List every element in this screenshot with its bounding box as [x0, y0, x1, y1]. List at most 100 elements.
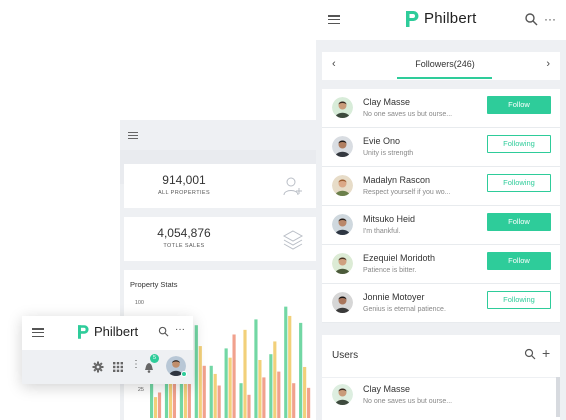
mini-header-card: Philbert ··· ⋮ 5	[22, 316, 193, 384]
scrollbar[interactable]	[556, 377, 560, 417]
stat-card-properties: 914,001 ALL PROPERTIES	[124, 164, 318, 208]
users-panel: Users + Clay Masse No one saves us but o…	[322, 335, 560, 420]
gear-icon[interactable]	[92, 361, 104, 373]
menu-icon[interactable]	[328, 15, 340, 25]
follow-button[interactable]: Follow	[487, 96, 551, 114]
chart-bar	[277, 371, 281, 418]
followers-tabbar: ‹ Followers(246) ›	[322, 52, 560, 80]
chart-bar	[209, 365, 213, 418]
stat-label: ALL PROPERTIES	[157, 190, 211, 196]
followers-list: Clay Masse No one saves us but ourse... Fo…	[322, 89, 560, 323]
user-add-icon	[283, 177, 302, 196]
avatar	[332, 136, 353, 157]
online-status-dot	[181, 371, 187, 377]
follower-status: No one saves us but ourse...	[363, 111, 453, 118]
more-icon[interactable]: ···	[544, 12, 556, 26]
app-title: Philbert	[94, 324, 139, 339]
avatar	[332, 292, 353, 313]
follower-name: Madalyn Rascon	[363, 175, 431, 185]
apps-grid-icon[interactable]	[113, 362, 123, 372]
follower-row[interactable]: Clay Masse No one saves us but ourse... Fo…	[322, 89, 560, 128]
follower-row[interactable]: Madalyn Rascon Respect yourself if you wo…	[322, 167, 560, 206]
follower-status: Patience is bitter.	[363, 267, 417, 274]
list-item[interactable]: Clay Masse No one saves us but ourse...	[322, 377, 560, 417]
chart-title: Property Stats	[130, 280, 178, 289]
app-header: Philbert ···	[316, 0, 566, 40]
followers-app: Philbert ··· ‹ Followers(246) › Clay Mas…	[316, 0, 566, 420]
philbert-logo-icon	[406, 11, 419, 27]
avatar	[332, 384, 353, 405]
chart-bar	[187, 383, 191, 418]
follow-button[interactable]: Follow	[487, 252, 551, 270]
follower-row[interactable]: Jonnie Motoyer Genius is eternal patience…	[322, 284, 560, 323]
search-icon[interactable]	[158, 326, 169, 337]
follower-status: Unity is strength	[363, 150, 414, 157]
chevron-right-icon[interactable]: ›	[546, 58, 550, 70]
follower-name: Evie Ono	[363, 136, 401, 146]
vertical-dots-icon[interactable]: ⋮	[131, 359, 141, 370]
chart-bar	[202, 365, 206, 418]
y-tick-label: 25	[138, 387, 144, 393]
active-tab-indicator	[397, 77, 492, 79]
philbert-logo-icon	[78, 325, 89, 339]
chart-bar	[307, 387, 311, 418]
add-user-icon[interactable]: +	[542, 345, 550, 361]
avatar	[332, 175, 353, 196]
follower-status: Respect yourself if you wo...	[363, 189, 451, 196]
user-status: No one saves us but ourse...	[363, 398, 453, 405]
avatar	[332, 214, 353, 235]
chart-bar	[269, 354, 273, 418]
layers-icon	[282, 230, 304, 250]
avatar	[332, 97, 353, 118]
chart-bar	[213, 373, 217, 418]
chart-bar	[153, 397, 158, 418]
mini-header-top: Philbert ···	[22, 316, 193, 350]
follower-name: Jonnie Motoyer	[363, 292, 425, 302]
notification-badge: 5	[150, 354, 159, 363]
stat-card-sales: 4,054,876 TOTLE SALES	[124, 217, 318, 261]
search-icon[interactable]	[524, 348, 536, 360]
following-button[interactable]: Following	[487, 174, 551, 192]
follower-status: I'm thankful.	[363, 228, 401, 235]
follower-row[interactable]: Evie Ono Unity is strength Following	[322, 128, 560, 167]
chart-bar	[273, 341, 277, 418]
chart-bar	[217, 385, 221, 418]
app-title: Philbert	[424, 10, 477, 27]
chart-bar	[292, 383, 296, 418]
chart-bar	[194, 325, 198, 418]
chart-bar	[284, 306, 288, 418]
chart-bar	[157, 392, 162, 418]
follower-row[interactable]: Ezequiel Moridoth Patience is bitter. Foll…	[322, 245, 560, 284]
menu-icon[interactable]	[32, 328, 44, 338]
follower-status: Genius is eternal patience.	[363, 306, 446, 313]
chart-bar	[224, 348, 228, 418]
chart-bar	[258, 360, 262, 418]
chart-bar	[228, 357, 232, 418]
chart-bar	[303, 366, 307, 418]
mini-header-toolbar: ⋮ 5	[22, 350, 193, 384]
stat-label: TOTLE SALES	[163, 243, 205, 249]
chart-bar	[247, 394, 251, 418]
follower-name: Ezequiel Moridoth	[363, 253, 436, 263]
chart-bar	[198, 346, 202, 418]
follower-name: Mitsuko Heid	[363, 214, 416, 224]
chart-bar	[262, 377, 266, 418]
follower-name: Clay Masse	[363, 97, 411, 107]
follow-button[interactable]: Follow	[487, 213, 551, 231]
following-button[interactable]: Following	[487, 291, 551, 309]
chart-bar	[288, 315, 292, 418]
dashboard-menu-icon[interactable]	[128, 132, 138, 140]
follower-row[interactable]: Mitsuko Heid I'm thankful. Follow	[322, 206, 560, 245]
chart-bar	[254, 319, 258, 418]
chart-bar	[243, 329, 247, 418]
chevron-left-icon[interactable]: ‹	[332, 58, 336, 70]
tab-followers[interactable]: Followers(246)	[402, 59, 488, 69]
avatar	[332, 253, 353, 274]
following-button[interactable]: Following	[487, 135, 551, 153]
y-tick-label: 100	[135, 300, 144, 306]
more-icon[interactable]: ···	[175, 324, 185, 335]
chart-bar	[299, 322, 303, 418]
chart-bar	[232, 334, 236, 418]
user-name: Clay Masse	[363, 384, 411, 394]
search-icon[interactable]	[524, 12, 538, 26]
